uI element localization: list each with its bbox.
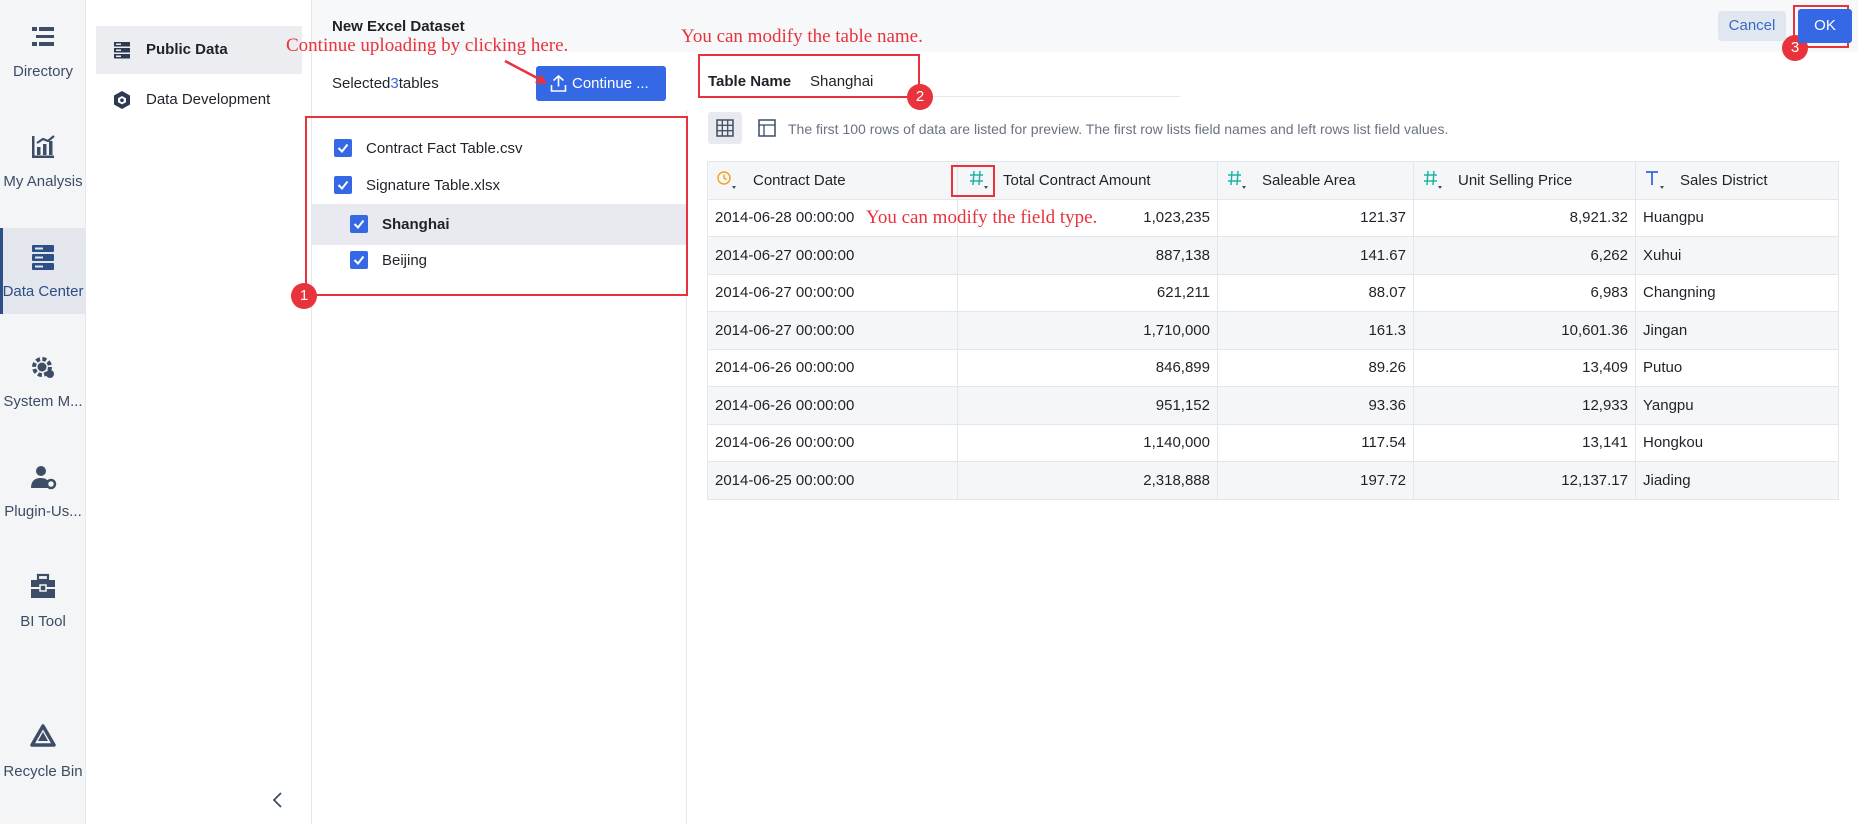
panel-item-public-data[interactable]: Public Data: [96, 26, 302, 74]
table-item-label: Shanghai: [382, 216, 450, 233]
annotation-arrow-icon: [504, 59, 547, 84]
selected-count: 3: [390, 75, 399, 92]
cancel-button[interactable]: Cancel: [1718, 11, 1786, 41]
checkbox-checked[interactable]: [350, 215, 368, 233]
continue-button-label: Continue ...: [572, 75, 649, 92]
table-list-panel: Contract Fact Table.csv Signature Table.…: [312, 110, 687, 824]
dialog-title: New Excel Dataset: [332, 18, 465, 35]
table-item-shanghai[interactable]: Shanghai: [312, 204, 687, 245]
ok-button[interactable]: OK: [1798, 9, 1852, 43]
data-center-panel: Public Data Data Development: [86, 0, 312, 824]
chart-icon: [32, 135, 55, 158]
panel-item-data-development[interactable]: Data Development: [96, 76, 302, 124]
number-type-icon[interactable]: [1226, 168, 1248, 192]
rail-item-plugin-users[interactable]: Plugin-Us...: [0, 448, 86, 534]
user-gear-icon: [31, 466, 57, 490]
table-item-beijing[interactable]: Beijing: [312, 242, 687, 278]
checkbox-checked[interactable]: [334, 176, 352, 194]
rail-item-my-analysis[interactable]: My Analysis: [0, 118, 86, 204]
preview-note: The first 100 rows of data are listed fo…: [788, 121, 1449, 137]
table-name-underline: [700, 96, 1180, 97]
date-type-icon[interactable]: [716, 168, 738, 192]
table-layout-icon: [758, 119, 776, 137]
table-row: 2014-06-27 00:00:00 887,138 141.67 6,262 Xuh…: [707, 236, 1839, 275]
recycle-icon: [30, 724, 56, 747]
table-row: 2014-06-26 00:00:00 951,152 93.36 12,933 Yan…: [707, 386, 1839, 425]
table-row: 2014-06-25 00:00:00 2,318,888 197.72 12,137…: [707, 461, 1839, 500]
table-item-label: Signature Table.xlsx: [366, 177, 500, 194]
rail-item-data-center[interactable]: Data Center: [0, 228, 86, 314]
rail-item-system-management[interactable]: System M...: [0, 338, 86, 424]
panel-item-label: Public Data: [146, 41, 228, 58]
database-icon: [32, 245, 54, 270]
table-row: 2014-06-27 00:00:00 621,211 88.07 6,983 Chan…: [707, 273, 1839, 312]
rail-item-label: BI Tool: [20, 613, 66, 630]
left-nav-rail: Directory My Analysis Data Center System…: [0, 0, 86, 824]
column-header-sales-district: Sales District: [1635, 161, 1839, 200]
number-type-icon[interactable]: [968, 168, 990, 192]
table-row: 2014-06-26 00:00:00 846,899 89.26 13,409 Put…: [707, 348, 1839, 387]
cube-icon: [114, 91, 130, 109]
upload-icon: [550, 75, 567, 92]
annotation-field-type-hint: You can modify the field type.: [866, 207, 1098, 228]
rail-item-label: Recycle Bin: [3, 763, 83, 780]
rail-item-bi-tool[interactable]: BI Tool: [0, 558, 86, 644]
collapse-panel-chevron-left-icon[interactable]: [268, 790, 288, 810]
checkbox-checked[interactable]: [334, 139, 352, 157]
panel-item-label: Data Development: [146, 91, 271, 108]
table-name-input[interactable]: Shanghai: [810, 73, 873, 90]
annotation-upload-hint: Continue uploading by clicking here.: [286, 35, 569, 56]
directory-icon: [32, 27, 54, 46]
table-row: 2014-06-27 00:00:00 1,710,000 161.3 10,601.…: [707, 311, 1839, 350]
table-name-label: Table Name: [708, 73, 792, 90]
rail-item-recycle-bin[interactable]: Recycle Bin: [0, 708, 86, 794]
rail-item-label: Directory: [12, 63, 73, 80]
selected-tables-count: Selected3tables: [332, 75, 439, 92]
annotation-badge-1: 1: [291, 283, 317, 309]
rail-item-label: System M...: [3, 393, 83, 410]
toolbox-icon: [31, 573, 55, 598]
number-type-icon[interactable]: [1422, 168, 1444, 192]
table-row: 2014-06-26 00:00:00 1,140,000 117.54 13,141…: [707, 423, 1839, 462]
table-item-signature[interactable]: Signature Table.xlsx: [322, 167, 622, 203]
public-data-icon: [114, 42, 130, 59]
table-item-label: Beijing: [382, 252, 428, 269]
annotation-table-name-hint: You can modify the table name.: [681, 26, 923, 47]
grid-view-toggle[interactable]: [708, 112, 742, 144]
rail-item-label: Plugin-Us...: [4, 503, 82, 520]
column-header-contract-date: Contract Date: [707, 161, 958, 200]
column-header-saleable-area: Saleable Area: [1217, 161, 1414, 200]
table-item-label: Contract Fact Table.csv: [366, 140, 523, 157]
continue-upload-button[interactable]: Continue ...: [536, 66, 666, 101]
rail-item-label: My Analysis: [3, 173, 83, 190]
text-type-icon[interactable]: [1644, 168, 1666, 192]
gear-icon: [32, 357, 54, 378]
header-row: Contract Date Total Contract Amount Sale…: [707, 161, 1839, 200]
table-item-contract-fact[interactable]: Contract Fact Table.csv: [322, 130, 622, 166]
grid-icon: [716, 119, 734, 137]
rail-item-directory[interactable]: Directory: [0, 8, 86, 94]
annotation-badge-2: 2: [907, 84, 933, 110]
structure-view-toggle[interactable]: [752, 112, 782, 144]
column-header-unit-selling-price: Unit Selling Price: [1413, 161, 1636, 200]
rail-item-label: Data Center: [2, 283, 84, 300]
column-header-total-contract-amount: Total Contract Amount: [957, 161, 1218, 200]
checkbox-checked[interactable]: [350, 251, 368, 269]
